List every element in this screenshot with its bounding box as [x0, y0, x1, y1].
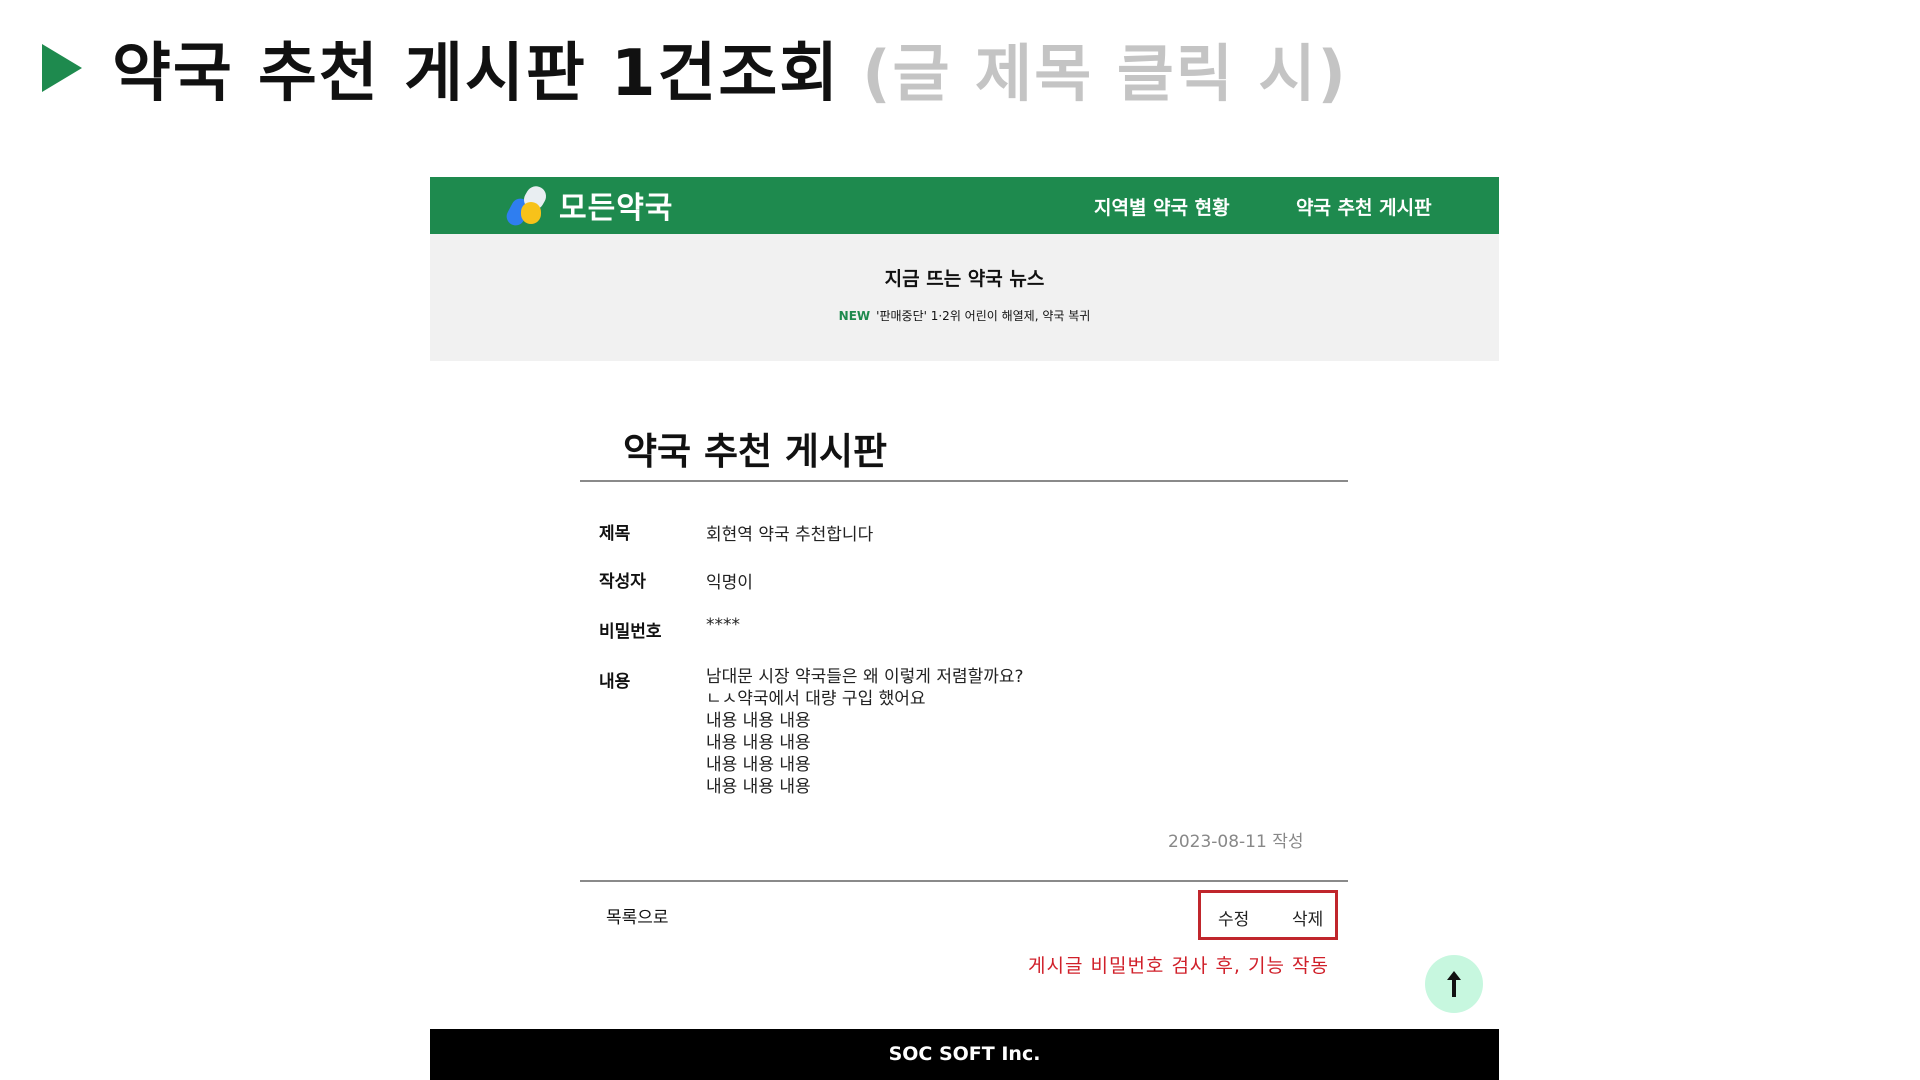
divider: [580, 480, 1348, 482]
content-line: ㄴㅅ약국에서 대량 구입 했어요: [706, 689, 926, 709]
footer-text: SOC SOFT Inc.: [888, 1043, 1041, 1065]
play-triangle-icon: [42, 44, 82, 92]
back-to-list-link[interactable]: 목록으로: [606, 903, 669, 928]
password-value: ****: [706, 615, 740, 635]
post-date: 2023-08-11 작성: [1168, 832, 1304, 852]
content-line: 내용 내용 내용: [706, 711, 811, 731]
author-label: 작성자: [599, 572, 646, 592]
slide-title: 약국 추천 게시판 1건조회: [112, 37, 841, 111]
board-title: 약국 추천 게시판: [623, 430, 888, 473]
slide-subtitle: (글 제목 클릭 시): [862, 37, 1348, 110]
divider: [580, 880, 1348, 882]
annotation-note: 게시글 비밀번호 검사 후, 기능 작동: [1028, 955, 1329, 977]
scroll-to-top-button[interactable]: [1425, 955, 1483, 1013]
delete-button[interactable]: 삭제: [1292, 905, 1323, 930]
content-label: 내용: [599, 672, 631, 692]
news-title: 지금 뜨는 약국 뉴스: [884, 268, 1045, 290]
nav-recommend-board[interactable]: 약국 추천 게시판: [1296, 193, 1432, 220]
brand-name: 모든약국: [559, 191, 674, 226]
website-screenshot: 모든약국 지역별 약국 현황 약국 추천 게시판 지금 뜨는 약국 뉴스 NEW…: [430, 177, 1499, 1080]
content-line: 내용 내용 내용: [706, 777, 811, 797]
password-label: 비밀번호: [599, 622, 662, 642]
arrow-up-icon: [1447, 971, 1461, 997]
brand-logo[interactable]: 모든약국: [503, 182, 674, 229]
slide-heading: 약국 추천 게시판 1건조회 (글 제목 클릭 시): [42, 28, 1348, 111]
author-value: 익명이: [706, 573, 753, 593]
content-line: 내용 내용 내용: [706, 733, 811, 753]
post-content: 남대문 시장 약국들은 왜 이렇게 저렴할까요? ㄴㅅ약국에서 대량 구입 했어…: [706, 666, 1024, 798]
post-title-value: 회현역 약국 추천합니다: [706, 525, 874, 545]
pill-logo-icon: [503, 182, 550, 229]
content-line: 남대문 시장 약국들은 왜 이렇게 저렴할까요?: [706, 667, 1024, 687]
content-line: 내용 내용 내용: [706, 755, 811, 775]
title-label: 제목: [599, 524, 631, 544]
edit-button[interactable]: 수정: [1218, 905, 1249, 930]
news-headline-row[interactable]: NEW '판매중단' 1·2위 어린이 해열제, 약국 복귀: [430, 307, 1499, 324]
news-banner: 지금 뜨는 약국 뉴스 NEW '판매중단' 1·2위 어린이 해열제, 약국 복…: [430, 234, 1499, 361]
news-headline: '판매중단' 1·2위 어린이 해열제, 약국 복귀: [876, 309, 1091, 323]
top-navigation-bar: 모든약국 지역별 약국 현황 약국 추천 게시판: [430, 177, 1499, 234]
footer: SOC SOFT Inc.: [430, 1029, 1499, 1080]
nav-region-status[interactable]: 지역별 약국 현황: [1094, 193, 1230, 220]
new-badge: NEW: [838, 309, 871, 323]
